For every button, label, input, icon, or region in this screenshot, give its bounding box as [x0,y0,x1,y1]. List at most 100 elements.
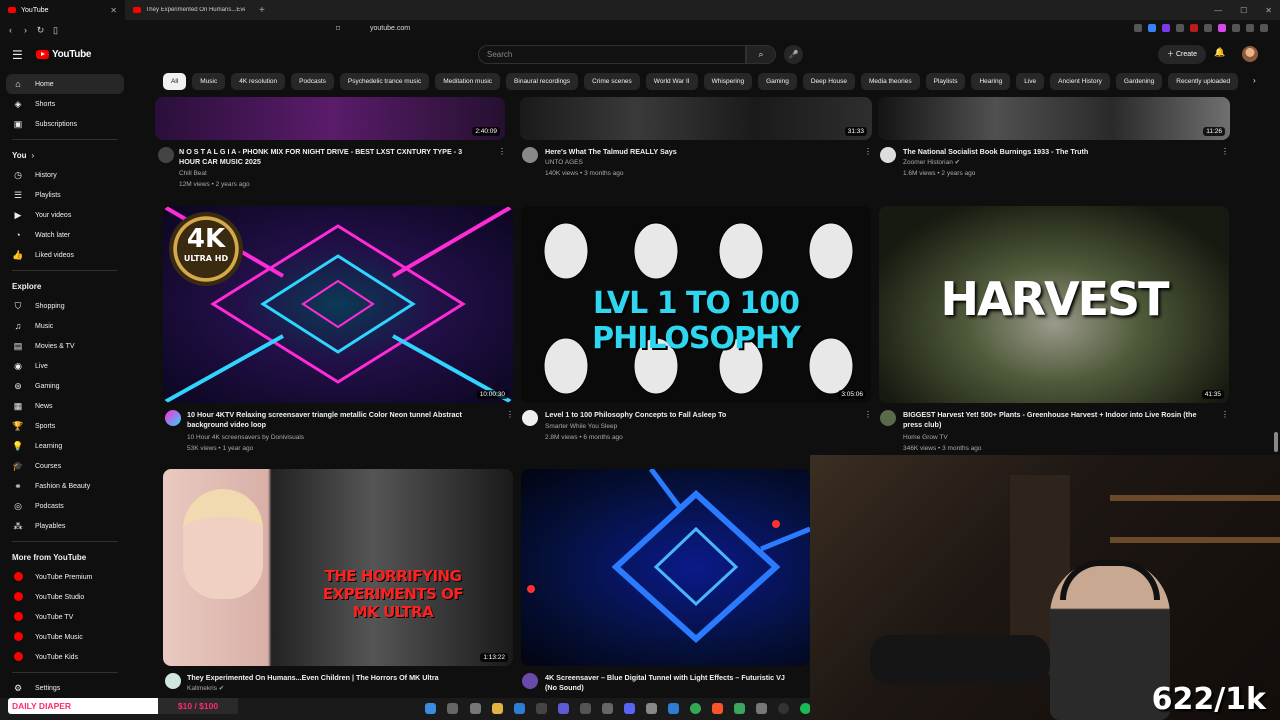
sidebar-item-gaming[interactable]: ⊛ Gaming [0,376,130,396]
video-channel[interactable]: Chill Beat [179,168,207,179]
tab-youtube[interactable]: YouTube ✕ [0,0,125,20]
sidebar-item-sports[interactable]: 🏆 Sports [0,416,130,436]
extension-icon[interactable] [1246,24,1254,32]
chip[interactable]: Binaural recordings [506,73,579,90]
extension-icon[interactable] [1162,24,1170,32]
sidebar-item-tv[interactable]: YouTube TV [0,607,130,627]
more-options-icon[interactable]: ⋮ [498,147,506,156]
sidebar-item-history[interactable]: ◷ History [0,165,130,185]
close-window-icon[interactable]: ✕ [1265,6,1272,15]
app-icon[interactable] [558,703,569,714]
video-channel[interactable]: Home Grow TV [903,432,948,443]
video-thumbnail[interactable]: THE HORRIFYING EXPERIMENTS OF MK ULTRA 1:… [163,469,513,666]
chip[interactable]: Whispering [703,73,753,90]
sidebar-item-settings[interactable]: ⚙ Settings [0,678,130,698]
video-channel[interactable]: Zoomer Historian ✔ [903,157,960,168]
video-thumbnail[interactable]: 2:40:09 [155,97,505,140]
more-options-icon[interactable]: ⋮ [864,410,872,419]
sidebar-item-music[interactable]: ♫ Music [0,316,130,336]
channel-avatar[interactable] [880,147,896,163]
video-channel[interactable]: UNTO AGES [545,157,583,168]
app-icon[interactable] [514,703,525,714]
chip[interactable]: World War II [645,73,698,90]
channel-avatar[interactable] [158,147,174,163]
menu-icon[interactable]: ☰ [12,48,23,62]
extension-icon[interactable] [1260,24,1268,32]
extension-icon[interactable] [1134,24,1142,32]
search-icon[interactable] [447,703,458,714]
reload-icon[interactable]: ↻ [33,25,48,36]
app-icon[interactable] [580,703,591,714]
chip[interactable]: Media theories [860,73,920,90]
windows-start-icon[interactable] [425,703,436,714]
app-icon[interactable] [646,703,657,714]
channel-avatar[interactable] [165,410,181,426]
video-title[interactable]: BIGGEST Harvest Yet! 500+ Plants - Green… [903,410,1215,430]
chevron-right-icon[interactable]: › [1253,76,1256,85]
discord-icon[interactable] [624,703,635,714]
sidebar-item-learning[interactable]: 💡 Learning [0,436,130,456]
chip[interactable]: Playlists [925,73,966,90]
sidebar-item-podcasts[interactable]: ◎ Podcasts [0,496,130,516]
app-icon[interactable] [602,703,613,714]
video-channel[interactable]: Smarter While You Sleep [545,421,617,432]
video-thumbnail[interactable]: 11:26 [878,97,1230,140]
sidebar-item-liked-videos[interactable]: 👍 Liked videos [0,245,130,265]
app-icon[interactable] [668,703,679,714]
sidebar-item-studio[interactable]: YouTube Studio [0,587,130,607]
more-options-icon[interactable]: ⋮ [1221,410,1229,419]
video-thumbnail[interactable]: 31:33 [520,97,872,140]
sidebar-item-kids[interactable]: YouTube Kids [0,647,130,667]
close-tab-icon[interactable]: ✕ [110,6,117,15]
avatar[interactable] [1242,46,1258,62]
sidebar-item-playables[interactable]: ⁂ Playables [0,516,130,536]
chip[interactable]: Gaming [758,73,797,90]
more-options-icon[interactable]: ⋮ [1221,147,1229,156]
search-input[interactable]: Search [478,45,746,64]
app-icon[interactable] [756,703,767,714]
extension-icon[interactable] [1190,24,1198,32]
extension-icon[interactable] [1176,24,1184,32]
page-scrollbar[interactable] [1274,432,1278,452]
chip[interactable]: Ancient History [1050,73,1110,90]
extension-icon[interactable] [1204,24,1212,32]
back-icon[interactable]: ‹ [3,25,18,35]
sidebar-item-home[interactable]: ⌂ Home [6,74,124,94]
obs-icon[interactable] [778,703,789,714]
sidebar-item-news[interactable]: ▦ News [0,396,130,416]
search-button[interactable]: ⌕ [746,45,776,64]
task-view-icon[interactable] [470,703,481,714]
video-title[interactable]: Level 1 to 100 Philosophy Concepts to Fa… [545,410,855,420]
extension-icon[interactable] [1218,24,1226,32]
sidebar-item-movies[interactable]: ▤ Movies & TV [0,336,130,356]
video-channel[interactable]: 10 Hour 4K screensavers by Donivisuals [187,432,304,443]
sidebar-item-premium[interactable]: YouTube Premium [0,567,130,587]
app-icon[interactable] [734,703,745,714]
video-title[interactable]: They Experimented On Humans...Even Child… [187,673,507,683]
chip[interactable]: Hearing [971,73,1011,90]
extension-icon[interactable] [1232,24,1240,32]
file-explorer-icon[interactable] [492,703,503,714]
chrome-icon[interactable] [690,703,701,714]
video-thumbnail[interactable]: HARVEST 41:35 [879,206,1229,403]
sidebar-item-shorts[interactable]: ◈ Shorts [0,94,130,114]
chip[interactable]: 4K resolution [231,73,286,90]
chip[interactable]: Deep House [802,73,855,90]
bookmark-icon[interactable]: ⌑ [336,24,340,33]
channel-avatar[interactable] [522,673,538,689]
chip[interactable]: Live [1016,73,1045,90]
channel-avatar[interactable] [522,147,538,163]
more-options-icon[interactable]: ⋮ [864,147,872,156]
minimize-icon[interactable]: — [1214,6,1222,15]
sidebar-item-shopping[interactable]: ⛉ Shopping [0,296,130,316]
chip[interactable]: Psychedelic trance music [339,73,430,90]
chip[interactable]: Crime scenes [584,73,640,90]
sidebar-item-watch-later[interactable]: ◔ Watch later [0,225,130,245]
video-title[interactable]: 4K Screensaver – Blue Digital Tunnel wit… [545,673,810,693]
chip[interactable]: Meditation music [435,73,501,90]
extension-icon[interactable] [1148,24,1156,32]
sidebar-item-playlists[interactable]: ☰ Playlists [0,185,130,205]
youtube-logo[interactable]: YouTube [36,49,92,60]
video-thumbnail[interactable] [521,469,810,666]
channel-avatar[interactable] [522,410,538,426]
